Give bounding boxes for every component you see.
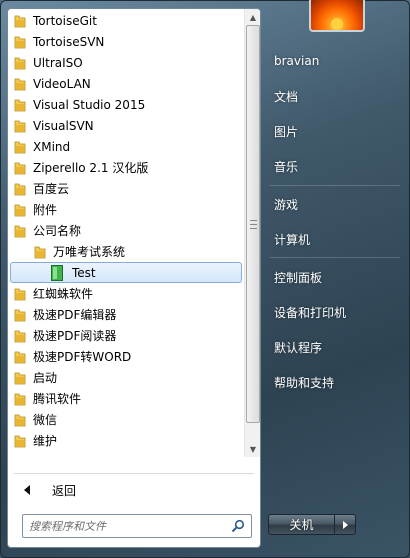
program-item[interactable]: VisualSVN — [10, 115, 242, 136]
right-menu-item[interactable]: 图片 — [268, 118, 400, 144]
search-input[interactable] — [23, 516, 223, 536]
folder-icon — [14, 350, 26, 364]
program-item[interactable]: 腾讯软件 — [10, 388, 242, 409]
folder-icon — [14, 35, 26, 49]
program-item-label: 极速PDF转WORD — [33, 350, 132, 364]
program-item[interactable]: 微信 — [10, 409, 242, 430]
program-item[interactable]: 极速PDF转WORD — [10, 346, 242, 367]
shutdown-button[interactable]: 关机 — [268, 514, 335, 535]
back-label: 返回 — [52, 483, 77, 498]
folder-icon — [14, 203, 26, 217]
program-item[interactable]: 维护 — [10, 430, 242, 451]
program-item-label: 红蜘蛛软件 — [33, 287, 94, 301]
program-item[interactable]: XMind — [10, 136, 242, 157]
program-item-label: TortoiseGit — [33, 13, 97, 28]
program-item[interactable]: 附件 — [10, 199, 242, 220]
search-icon[interactable] — [231, 519, 245, 536]
scrollbar[interactable]: ▲ ▼ — [244, 9, 260, 457]
scroll-down-arrow-icon[interactable]: ▼ — [245, 441, 260, 457]
folder-icon — [14, 308, 26, 322]
folder-icon — [14, 329, 26, 343]
user-avatar[interactable] — [309, 0, 365, 32]
program-item[interactable]: VideoLAN — [10, 73, 242, 94]
folder-icon — [14, 392, 26, 406]
scroll-up-arrow-icon[interactable]: ▲ — [245, 9, 260, 25]
back-arrow-icon — [24, 485, 30, 495]
folder-icon — [14, 224, 26, 238]
right-menu-item[interactable]: 帮助和支持 — [268, 369, 400, 395]
right-menu-item[interactable]: 设备和打印机 — [268, 299, 400, 325]
right-menu-item[interactable]: 控制面板 — [268, 264, 400, 290]
program-item[interactable]: 红蜘蛛软件 — [10, 283, 242, 304]
right-menu-item[interactable]: 默认程序 — [268, 334, 400, 360]
program-item[interactable]: 万唯考试系统 — [10, 241, 242, 262]
folder-icon — [14, 434, 26, 448]
program-item[interactable]: 极速PDF编辑器 — [10, 304, 242, 325]
folder-icon — [14, 413, 26, 427]
program-item-label: 极速PDF阅读器 — [33, 329, 117, 343]
folder-icon — [34, 245, 46, 259]
program-item-label: 附件 — [33, 203, 58, 217]
program-item-label: 万唯考试系统 — [53, 245, 126, 259]
grip-icon — [250, 220, 257, 229]
folder-icon — [14, 182, 26, 196]
program-item[interactable]: TortoiseSVN — [10, 31, 242, 52]
search-box[interactable] — [22, 514, 252, 538]
program-item-label: Test — [72, 265, 96, 280]
folder-icon — [14, 371, 26, 385]
right-menu-item[interactable]: 游戏 — [268, 191, 400, 217]
folder-icon — [14, 56, 26, 70]
app-icon — [51, 264, 63, 281]
folder-icon — [14, 287, 26, 301]
program-item-label: UltraISO — [33, 55, 83, 70]
program-item-label: Ziperello 2.1 汉化版 — [33, 161, 149, 175]
program-item-label: 维护 — [33, 434, 58, 448]
program-item[interactable]: 公司名称 — [10, 220, 242, 241]
folder-icon — [14, 119, 26, 133]
right-menu-divider — [270, 185, 400, 186]
program-item[interactable]: Visual Studio 2015 — [10, 94, 242, 115]
program-item-label: VisualSVN — [33, 118, 94, 133]
program-item[interactable]: Ziperello 2.1 汉化版 — [10, 157, 242, 178]
divider — [14, 473, 254, 474]
program-item[interactable]: 极速PDF阅读器 — [10, 325, 242, 346]
folder-icon — [14, 14, 26, 28]
arrow-right-icon — [342, 520, 348, 529]
folder-icon — [14, 161, 26, 175]
right-menu-item[interactable]: 文档 — [268, 83, 400, 109]
program-list: TortoiseGit TortoiseSVN UltraISO VideoLAN Vi… — [8, 9, 244, 457]
program-item-label: 微信 — [33, 413, 58, 427]
right-menu-divider — [270, 257, 400, 258]
program-item-label: TortoiseSVN — [33, 34, 105, 49]
program-item-label: 公司名称 — [33, 224, 82, 238]
right-menu-item[interactable]: 计算机 — [268, 226, 400, 252]
back-button[interactable]: 返回 — [14, 479, 254, 501]
program-item[interactable]: 启动 — [10, 367, 242, 388]
folder-icon — [14, 140, 26, 154]
program-item-label: Visual Studio 2015 — [33, 97, 146, 112]
program-item[interactable]: 百度云 — [10, 178, 242, 199]
program-item-label: 启动 — [33, 371, 58, 385]
right-menu-item[interactable]: 音乐 — [268, 153, 400, 179]
folder-icon — [14, 77, 26, 91]
program-item-label: 极速PDF编辑器 — [33, 308, 117, 322]
program-item-label: VideoLAN — [33, 76, 91, 91]
program-item-label: 百度云 — [33, 182, 70, 196]
program-item-label: XMind — [33, 139, 71, 154]
program-item[interactable]: Test — [10, 262, 242, 283]
program-item[interactable]: TortoiseGit — [10, 10, 242, 31]
programs-panel: TortoiseGit TortoiseSVN UltraISO VideoLAN Vi… — [7, 8, 261, 548]
folder-icon — [14, 98, 26, 112]
program-item-label: 腾讯软件 — [33, 392, 82, 406]
scroll-thumb[interactable] — [246, 25, 260, 423]
shutdown-options-button[interactable] — [335, 514, 356, 535]
right-menu-item[interactable]: bravian — [268, 48, 400, 74]
program-item[interactable]: UltraISO — [10, 52, 242, 73]
